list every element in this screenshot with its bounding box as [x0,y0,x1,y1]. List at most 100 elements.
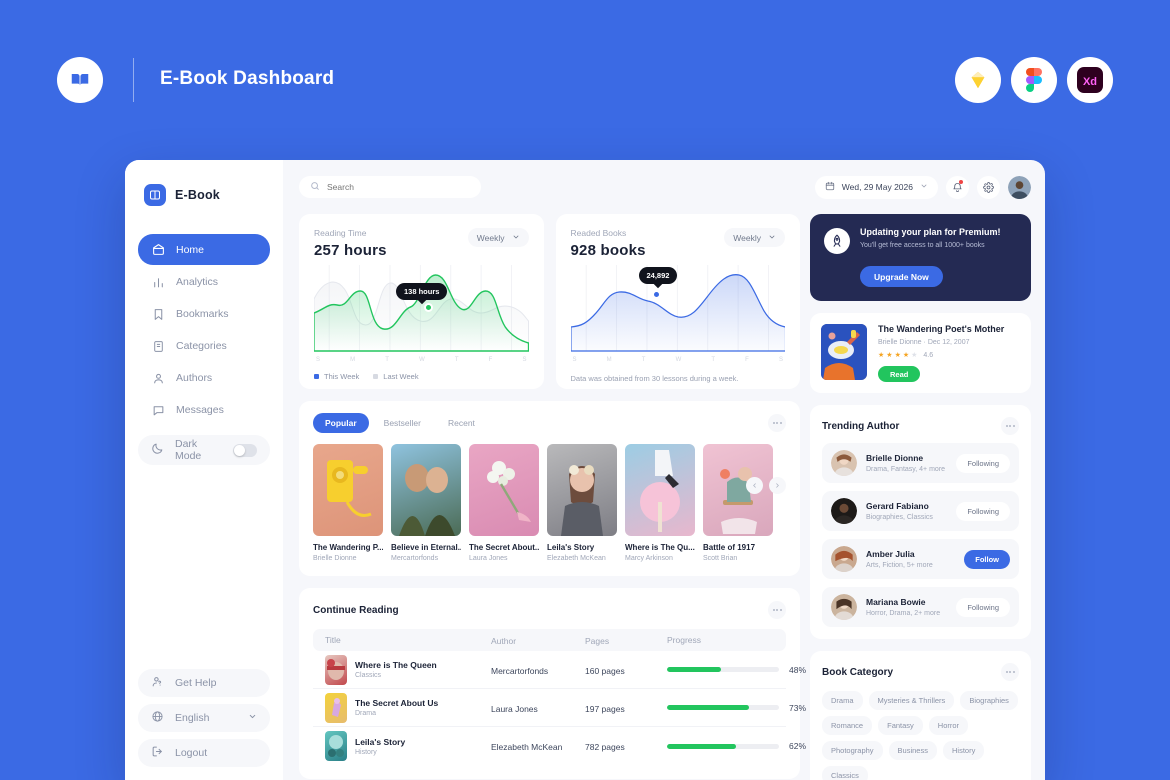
book-author: Mercartorfonds [391,555,439,562]
book-card[interactable]: Battle of 1917 Scott Brian [703,444,773,562]
book-card[interactable]: The Wandering P... Brielle Dionne [313,444,383,562]
author-row[interactable]: Mariana Bowie Horror, Drama, 2+ more Fol… [822,587,1019,627]
center-column: Reading Time 257 hours Weekly [283,160,810,780]
book-card[interactable]: Where is The Qu... Marcy Arkinson [625,444,695,562]
book-category-menu-button[interactable] [1001,663,1019,681]
progress-label: 73% [789,702,807,713]
follow-button[interactable]: Follow [964,549,1010,569]
settings-button[interactable] [977,175,1000,199]
book-card[interactable]: Believe in Eternal... Mercartorfonds [391,444,461,562]
reading-time-chart: 138 hours [314,265,529,355]
book-card[interactable]: The Secret About... Laura Jones [469,444,539,562]
sidebar-item-home[interactable]: Home [138,234,270,265]
get-help-button[interactable]: Get Help [138,669,270,697]
cover-art-flowers [487,461,531,522]
follow-button[interactable]: Following [956,453,1010,473]
search-icon [310,178,320,196]
sidebar-item-bookmarks[interactable]: Bookmarks [138,299,270,329]
carousel-prev-button[interactable] [746,477,763,494]
dark-mode-switch[interactable] [233,443,257,457]
author-row[interactable]: Amber Julia Arts, Fiction, 5+ more Follo… [822,539,1019,579]
column-header-pages: Pages [585,636,610,646]
books-panel-menu-button[interactable] [768,414,786,432]
trending-author-header: Trending Author [822,417,1019,435]
follow-button[interactable]: Following [956,501,1010,521]
language-label: English [175,712,210,724]
book-card[interactable]: Leila's Story Elezabeth McKean [547,444,617,562]
search-input[interactable] [327,182,470,192]
user-avatar[interactable] [1008,175,1031,199]
tab-popular[interactable]: Popular [313,413,369,433]
sidebar-logo-icon [144,184,166,206]
readed-books-marker [651,290,661,299]
category-chip[interactable]: Romance [822,716,873,735]
category-chip[interactable]: Biographies [960,691,1018,710]
open-book-icon [71,74,89,86]
books-series [570,274,785,352]
continue-reading-menu-button[interactable] [768,601,786,619]
tab-recent[interactable]: Recent [436,413,487,433]
figma-logo[interactable] [1011,57,1057,103]
upgrade-now-button[interactable]: Upgrade Now [860,266,943,287]
table-row[interactable]: Leila's Story History Elezabeth McKean 7… [313,727,806,765]
logout-button[interactable]: Logout [138,739,270,767]
reading-time-label: Reading Time [314,228,367,238]
category-chip[interactable]: Classics [822,766,868,780]
sidebar-item-analytics[interactable]: Analytics [138,267,270,297]
trending-author-menu-button[interactable] [1001,417,1019,435]
banner-divider [133,58,134,102]
adobe-xd-logo[interactable]: Xd [1067,57,1113,103]
sidebar-item-messages[interactable]: Messages [138,395,270,425]
sidebar-item-authors[interactable]: Authors [138,363,270,393]
axis-tick: S [522,357,527,363]
language-selector[interactable]: English [138,704,270,732]
book-author: Laura Jones [469,555,508,562]
notifications-button[interactable] [946,175,969,199]
book-cover [391,444,461,536]
reading-time-range-select[interactable]: Weekly [467,228,529,247]
sidebar-brand[interactable]: E-Book [138,180,270,206]
home-icon [151,243,165,257]
dark-mode-toggle-row[interactable]: Dark Mode [138,435,270,465]
chevron-down-icon [768,233,776,243]
reading-time-header: Reading Time 257 hours Weekly [314,228,529,259]
author-row[interactable]: Gerard Fabiano Biographies, Classics Fol… [822,491,1019,531]
row-thumbnail [325,654,347,685]
follow-button[interactable]: Following [956,597,1010,617]
search-box[interactable] [299,176,481,198]
table-row[interactable]: The Secret About Us Drama Laura Jones 19… [313,689,806,727]
calendar-icon [825,181,835,193]
progress-bar [667,705,779,710]
date-selector[interactable]: Wed, 29 May 2026 [814,175,938,199]
table-row[interactable]: Where is The Queen Classics Mercartorfon… [313,651,806,689]
sidebar-item-categories[interactable]: Categories [138,331,270,361]
carousel-next-button[interactable] [769,477,786,494]
category-chip[interactable]: Fantasy [878,716,923,735]
category-chip[interactable]: Mysteries & Thrillers [868,691,955,710]
author-genres: Arts, Fiction, 5+ more [866,562,933,569]
analytics-icon [151,275,165,289]
tab-bestseller[interactable]: Bestseller [372,413,433,433]
category-chip[interactable]: History [942,741,985,760]
cover-art-poet-mother [821,324,867,380]
legend-label: Last Week [383,372,419,381]
chevron-down-icon [248,712,257,724]
right-column: Wed, 29 May 2026 Updating your plan for … [810,160,1045,780]
author-row[interactable]: Brielle Dionne Drama, Fantasy, 4+ more F… [822,443,1019,483]
readed-books-range-select[interactable]: Weekly [724,228,785,247]
readed-books-tooltip: 24,892 [638,267,678,284]
axis-tick: F [488,357,493,363]
book-category-header: Book Category [822,663,1019,681]
axis-tick: S [778,357,783,363]
category-chip[interactable]: Drama [822,691,863,710]
category-chip[interactable]: Photography [822,741,883,760]
readed-books-chart: 24,892 [570,265,785,355]
row-author: Laura Jones [491,703,538,714]
sketch-logo[interactable] [955,57,1001,103]
legend-label: This Week [324,372,360,381]
featured-book-cover [821,324,867,380]
avatar [831,498,857,524]
category-chip[interactable]: Horror [928,716,969,735]
read-button[interactable]: Read [878,366,921,382]
category-chip[interactable]: Business [888,741,937,760]
